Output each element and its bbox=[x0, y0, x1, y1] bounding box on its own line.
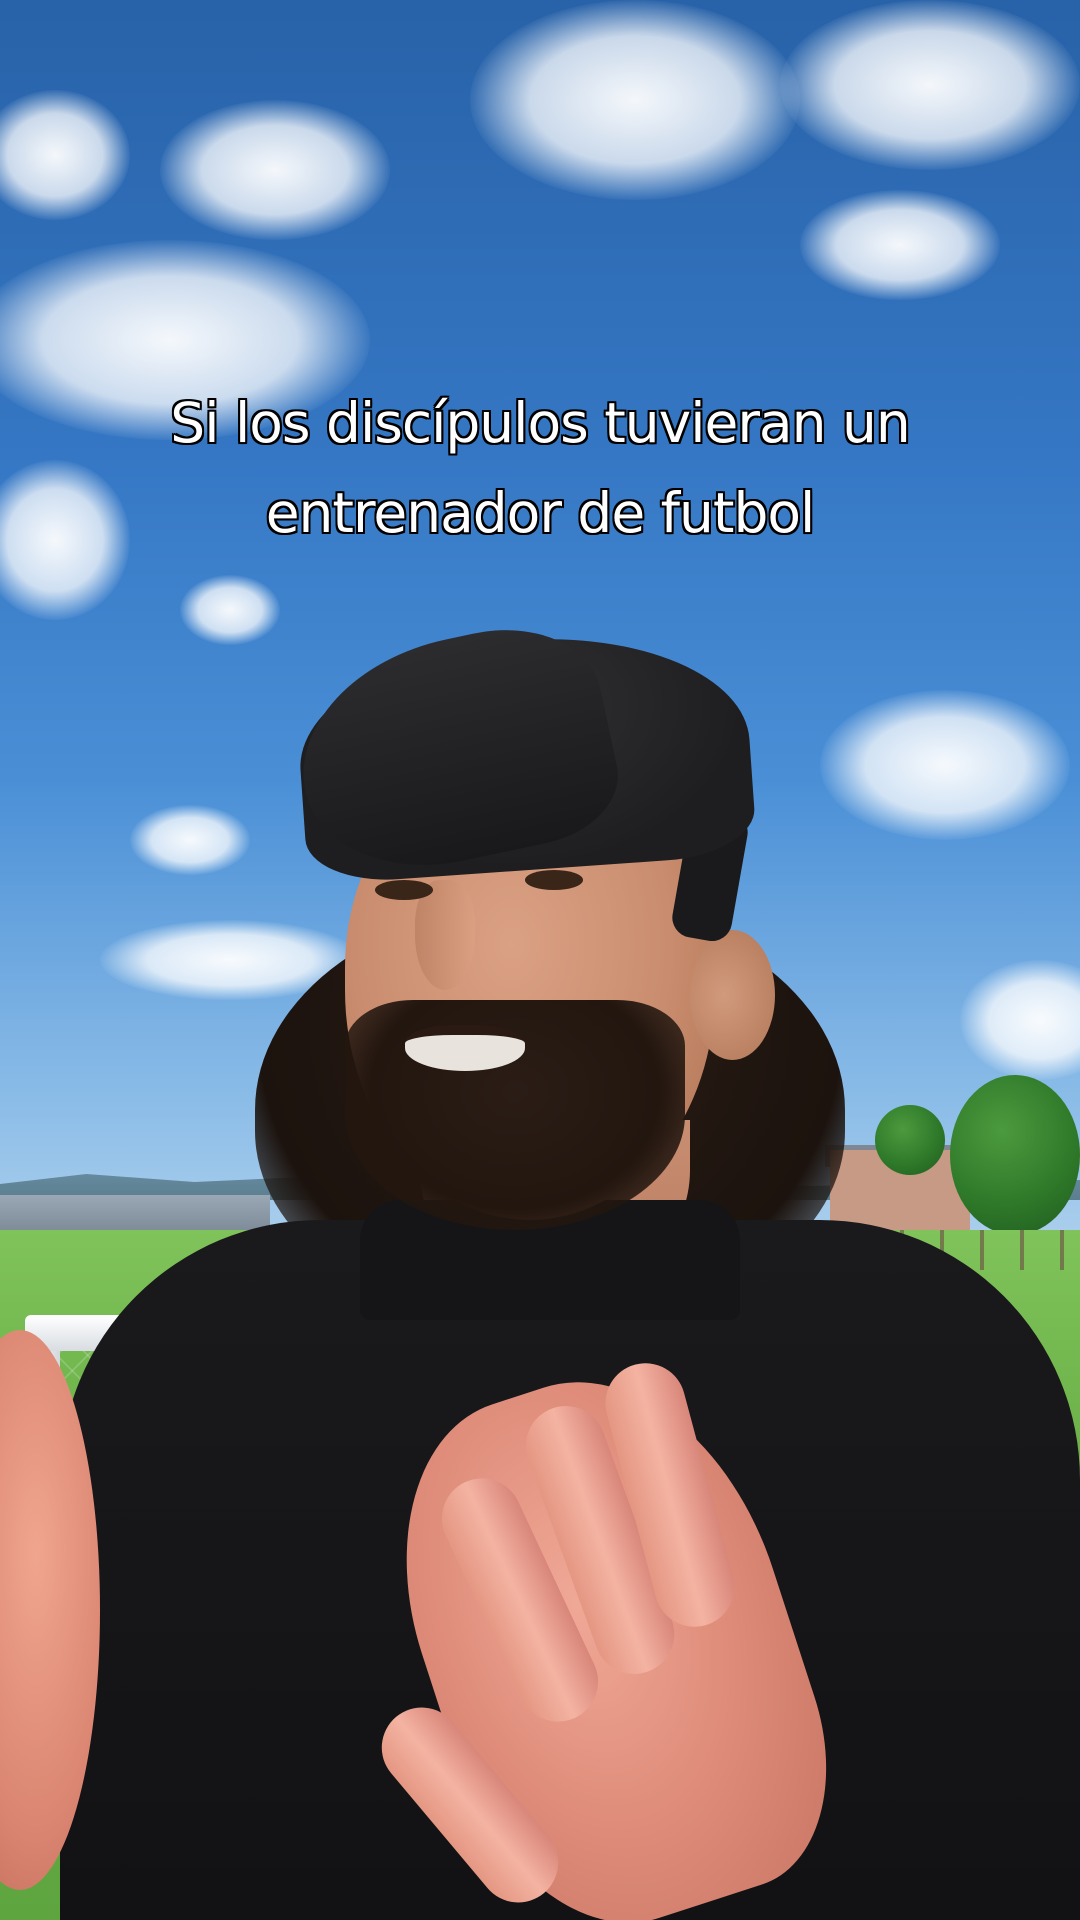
eye-left bbox=[375, 880, 433, 900]
mouth bbox=[405, 1025, 525, 1071]
video-frame: Si los discípulos tuvieran un entrenador… bbox=[0, 0, 1080, 1920]
person bbox=[0, 0, 1080, 1920]
ear bbox=[690, 930, 775, 1060]
caption-line-1: Si los discípulos tuvieran un bbox=[170, 391, 910, 455]
video-caption: Si los discípulos tuvieran un entrenador… bbox=[90, 378, 990, 558]
caption-line-2: entrenador de futbol bbox=[265, 481, 816, 545]
eye-right bbox=[525, 870, 583, 890]
